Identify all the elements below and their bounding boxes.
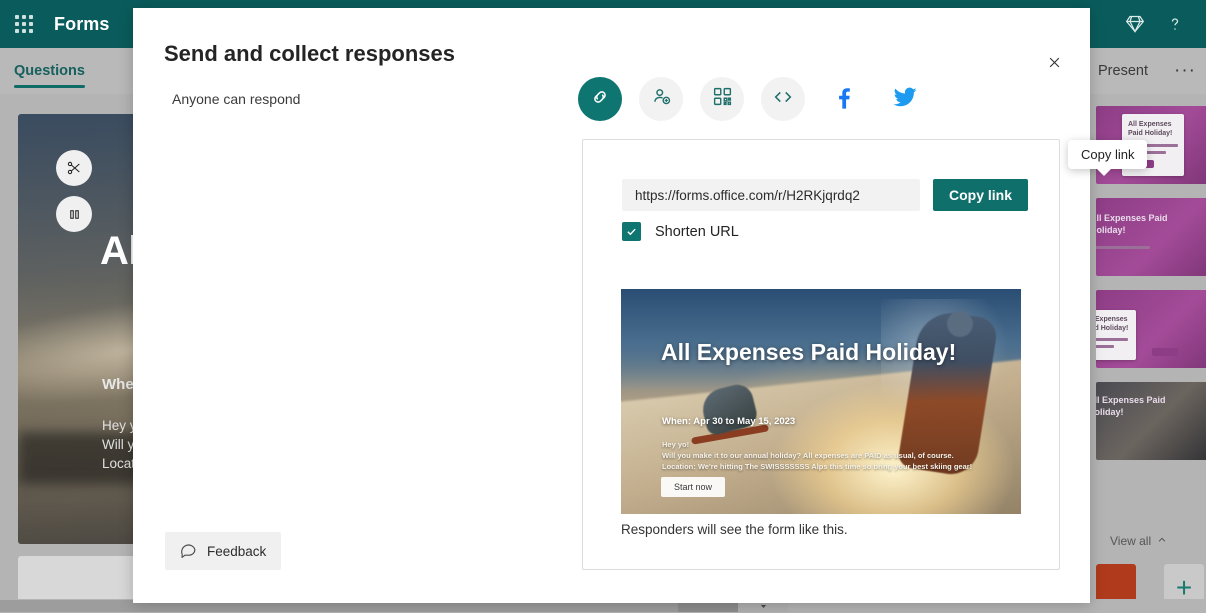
share-invite-people[interactable] [639,77,683,121]
share-options [578,77,927,121]
theme-thumb-title: All Expenses Paid Holiday! [1096,316,1129,332]
preview-body-line2: Will you make it to our annual holiday? … [662,451,954,460]
theme-thumb-title: All Expenses Paid Holiday! [1128,121,1173,137]
preview-start-button: Start now [661,477,726,497]
form-preview-image: All Expenses Paid Holiday! When: Apr 30 … [621,289,1021,514]
chevron-up-icon [1157,534,1167,548]
present-label: Present [1098,63,1148,79]
link-icon [589,86,611,113]
header-actions [1118,0,1206,48]
shorten-url-row[interactable]: Shorten URL [622,222,739,241]
share-facebook[interactable] [822,77,866,121]
dialog-subtitle: Anyone can respond [172,91,301,107]
share-twitter[interactable] [883,77,927,121]
preview-when: When: Apr 30 to May 15, 2023 [662,416,796,427]
share-embed[interactable] [761,77,805,121]
shorten-url-label: Shorten URL [655,223,739,240]
preview-body-line3: Location: We're hitting The SWISSSSSSS A… [662,462,973,471]
preview-body: Hey yo! Will you make it to our annual h… [662,439,972,472]
url-row: Copy link [622,179,1029,211]
form-url-input[interactable] [622,179,920,211]
copy-link-button[interactable]: Copy link [933,179,1029,211]
tab-questions[interactable]: Questions [0,48,99,94]
qr-code-icon [712,86,733,112]
preview-title: All Expenses Paid Holiday! [661,339,957,365]
twitter-icon [891,83,919,116]
share-link[interactable] [578,77,622,121]
view-all-themes-button[interactable]: View all [1110,534,1167,548]
tab-active-underline [14,85,85,88]
theme-thumb-title: All Expenses Paid Holiday! [1096,213,1168,235]
feedback-button[interactable]: Feedback [165,532,282,570]
theme-thumb[interactable]: All Expenses Paid Holiday! [1096,290,1206,368]
dialog-title: Send and collect responses [164,41,455,66]
speech-bubble-icon [180,541,197,561]
theme-thumb[interactable]: All Expenses Paid Holiday! [1096,382,1206,460]
question-mark-icon[interactable] [1158,7,1192,41]
person-add-icon [651,86,672,112]
close-icon[interactable] [1040,48,1068,76]
share-qr-code[interactable] [700,77,744,121]
link-share-panel: Copy link Copy link Shorten URL All Expe… [582,139,1148,570]
copy-link-tooltip: Copy link [1068,140,1148,176]
shorten-url-checkbox[interactable] [622,222,641,241]
view-all-label: View all [1110,534,1152,548]
theme-thumb[interactable]: All Expenses Paid Holiday! [1096,198,1206,276]
preview-body-line1: Hey yo! [662,440,690,449]
preview-caption: Responders will see the form like this. [621,522,848,537]
code-icon [772,86,794,113]
pause-columns-icon[interactable] [56,196,92,232]
brand-title: Forms [54,13,110,34]
theme-thumb-title: All Expenses Paid Holiday! [1096,395,1166,417]
scissors-icon[interactable] [56,150,92,186]
feedback-label: Feedback [207,543,267,559]
tab-questions-label: Questions [14,63,85,79]
preview-skier-head [947,311,973,337]
app-launcher-icon[interactable] [0,0,48,48]
send-collect-dialog: Send and collect responses Anyone can re… [133,8,1148,603]
app-root: Forms Questions Present ··· All When: He… [0,0,1206,613]
diamond-icon[interactable] [1118,7,1152,41]
more-options-button[interactable]: ··· [1174,48,1196,94]
facebook-icon [830,83,858,116]
